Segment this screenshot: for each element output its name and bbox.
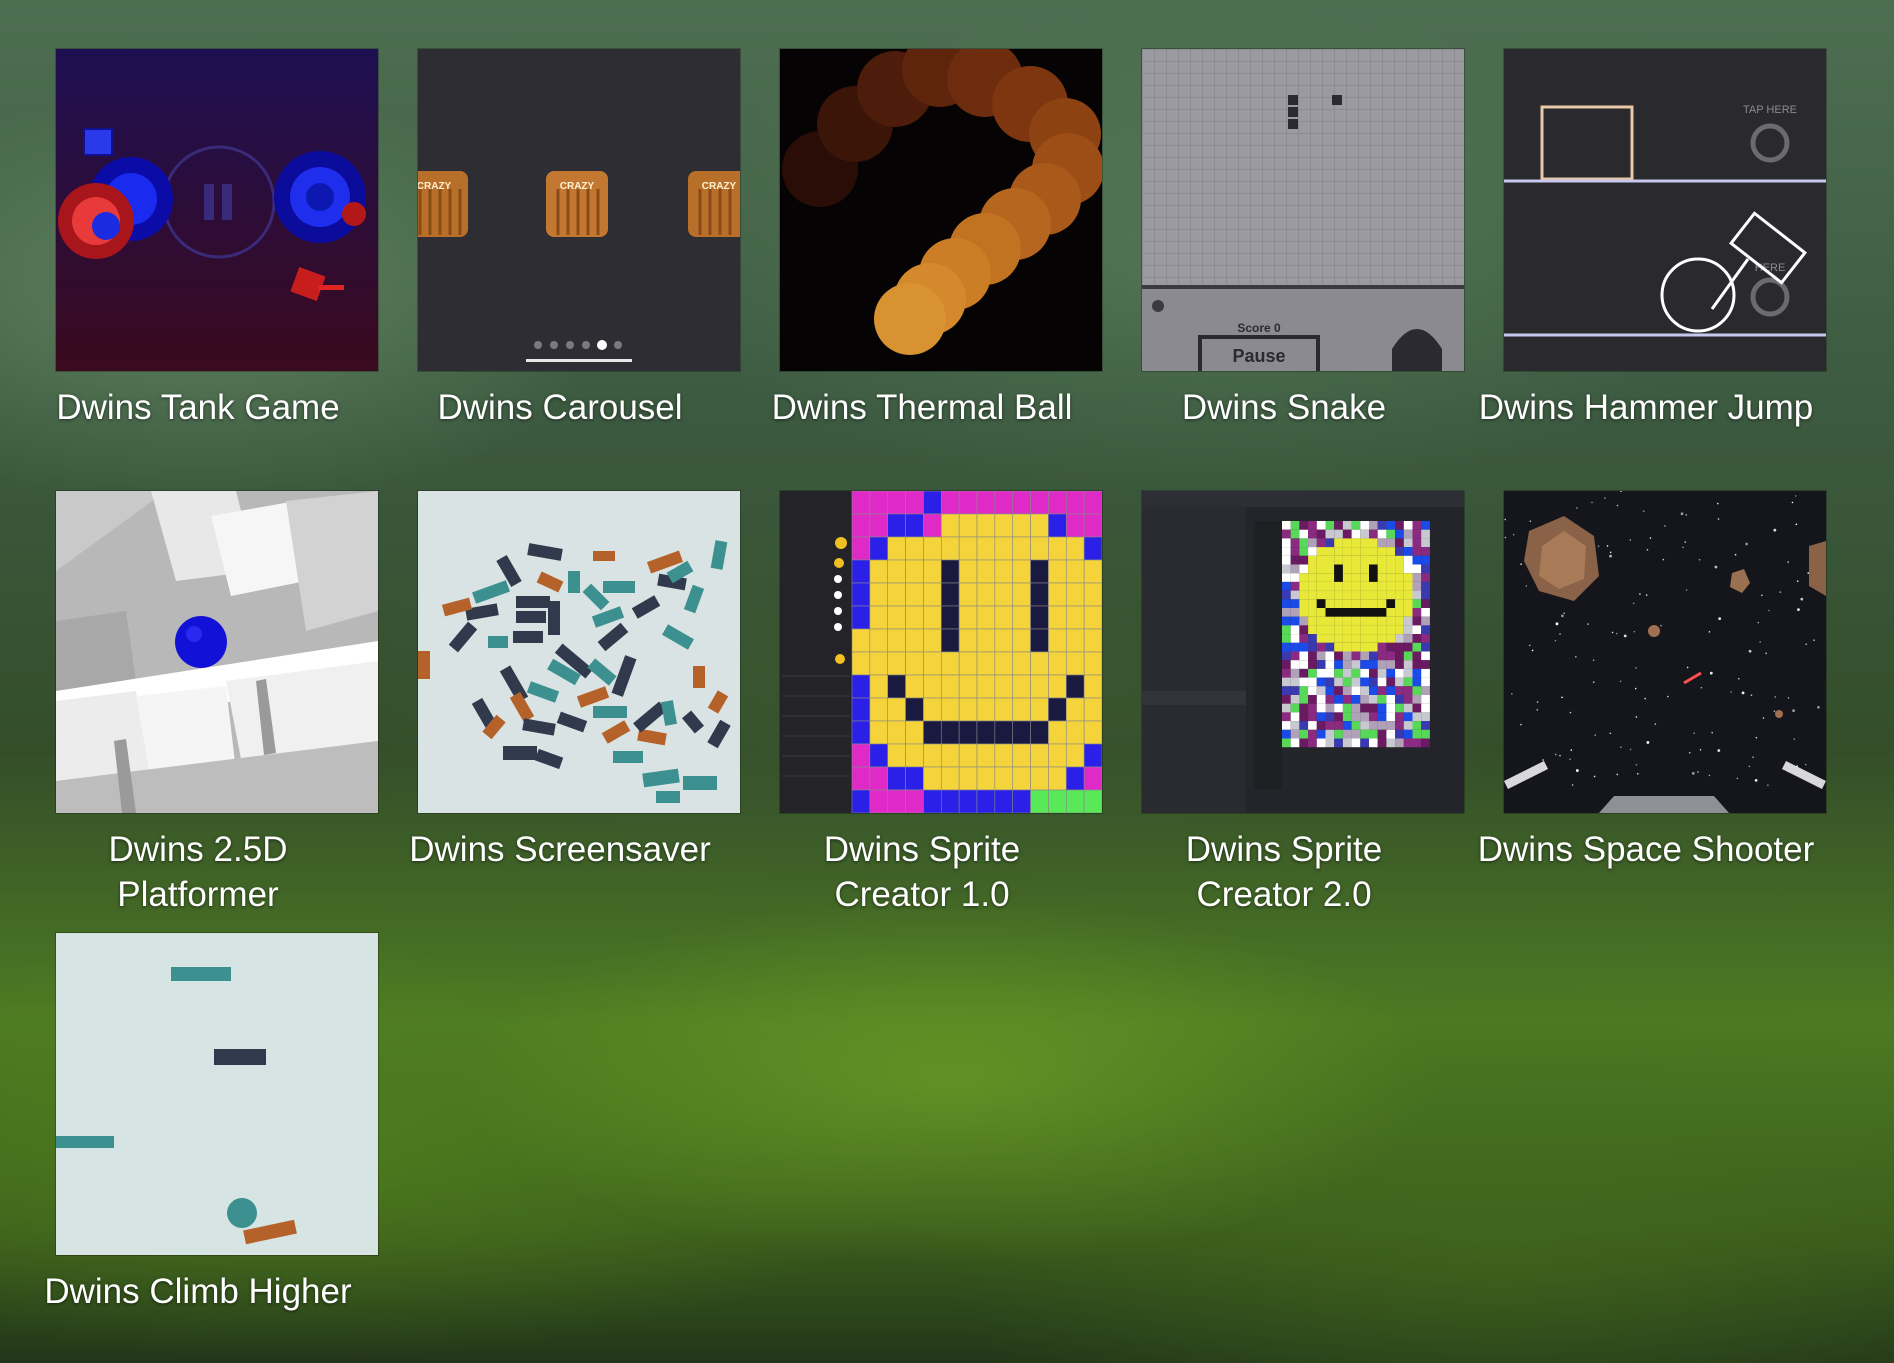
app-thumbnail-sprite-creator-1[interactable]	[780, 491, 1102, 813]
tap-here-text: TAP HERE	[1743, 104, 1797, 116]
app-thumbnail-space-shooter[interactable]	[1504, 491, 1826, 813]
carousel-card-label: CRAZY	[560, 181, 595, 192]
carousel-card-label: CRAZY	[418, 181, 452, 192]
app-thumbnail-screensaver[interactable]	[418, 491, 740, 813]
app-thumbnail-platformer[interactable]	[56, 491, 378, 813]
app-thumbnail-thermal-ball[interactable]	[780, 49, 1102, 371]
app-thumbnail-snake[interactable]: Score 0 Pause	[1142, 49, 1464, 371]
snake-score-text: Score 0	[1237, 321, 1281, 335]
app-thumbnail-tank-game[interactable]	[56, 49, 378, 371]
app-thumbnail-carousel[interactable]: CRAZY CRAZY CRAZY	[418, 49, 740, 371]
snake-pause-text: Pause	[1232, 346, 1285, 366]
app-thumbnail-climb-higher[interactable]	[56, 933, 378, 1255]
app-label: Dwins Hammer Jump	[1478, 388, 1814, 427]
app-label: Dwins Space Shooter	[1477, 830, 1815, 869]
app-label-line-2: Creator 2.0	[1196, 875, 1372, 914]
carousel-card-label: CRAZY	[702, 181, 737, 192]
app-label: Dwins Climb Higher	[44, 1272, 352, 1311]
app-thumbnail-hammer-jump[interactable]: TAP HERE HERE	[1504, 49, 1826, 371]
app-label-line-2: Platformer	[117, 875, 279, 914]
app-thumbnail-sprite-creator-2[interactable]	[1142, 491, 1464, 813]
